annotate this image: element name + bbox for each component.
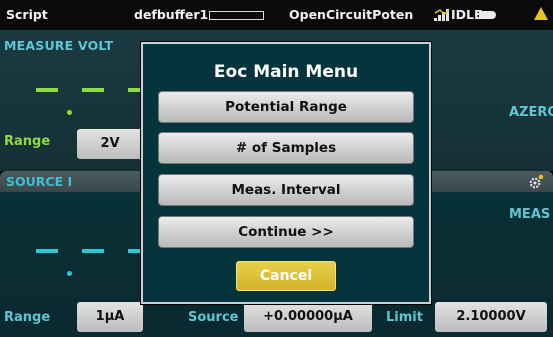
idle-status[interactable]: IDLE xyxy=(451,7,483,22)
continue-button[interactable]: Continue >> xyxy=(158,216,414,248)
dialog-title: Eoc Main Menu xyxy=(213,62,359,82)
source-reading-dash xyxy=(128,249,142,253)
source-title[interactable]: SOURCE I xyxy=(6,174,72,189)
source-decimal-dot xyxy=(67,271,72,276)
samples-count-button[interactable]: # of Samples xyxy=(158,132,414,164)
measure-decimal-dot xyxy=(67,110,72,115)
source-range-button[interactable]: 1μA xyxy=(77,302,143,332)
signal-icon xyxy=(434,9,450,21)
measure-reading-dash xyxy=(36,88,58,92)
measure-indicator-label[interactable]: MEAS xyxy=(509,207,550,222)
buffer-name[interactable]: defbuffer1 xyxy=(134,7,208,22)
script-label[interactable]: Script xyxy=(6,7,48,22)
source-value-button[interactable]: +0.00000μA xyxy=(244,302,372,332)
measure-title[interactable]: MEASURE VOLT xyxy=(4,38,113,53)
source-reading-dash xyxy=(36,249,58,253)
measure-range-label: Range xyxy=(4,134,51,149)
source-reading-dash xyxy=(82,249,104,253)
idle-arrow-icon xyxy=(479,11,496,19)
measure-range-button[interactable]: 2V xyxy=(77,129,143,159)
limit-value-button[interactable]: 2.10000V xyxy=(435,302,547,332)
measure-interval-button[interactable]: Meas. Interval xyxy=(158,174,414,206)
settings-icon[interactable] xyxy=(528,174,544,189)
measure-reading-dash xyxy=(82,88,104,92)
script-name[interactable]: OpenCircuitPoten xyxy=(289,7,413,22)
potential-range-button[interactable]: Potential Range xyxy=(158,91,414,123)
measure-reading-dash xyxy=(128,88,142,92)
status-bar: Script defbuffer1 OpenCircuitPoten IDLE xyxy=(0,0,553,30)
source-value-label: Source xyxy=(188,310,239,325)
source-range-label: Range xyxy=(4,310,51,325)
autozero-label[interactable]: AZERO xyxy=(509,105,553,120)
warning-icon[interactable] xyxy=(534,7,548,20)
cancel-button[interactable]: Cancel xyxy=(236,261,336,291)
limit-label: Limit xyxy=(386,310,423,325)
buffer-fill-indicator xyxy=(209,11,264,20)
